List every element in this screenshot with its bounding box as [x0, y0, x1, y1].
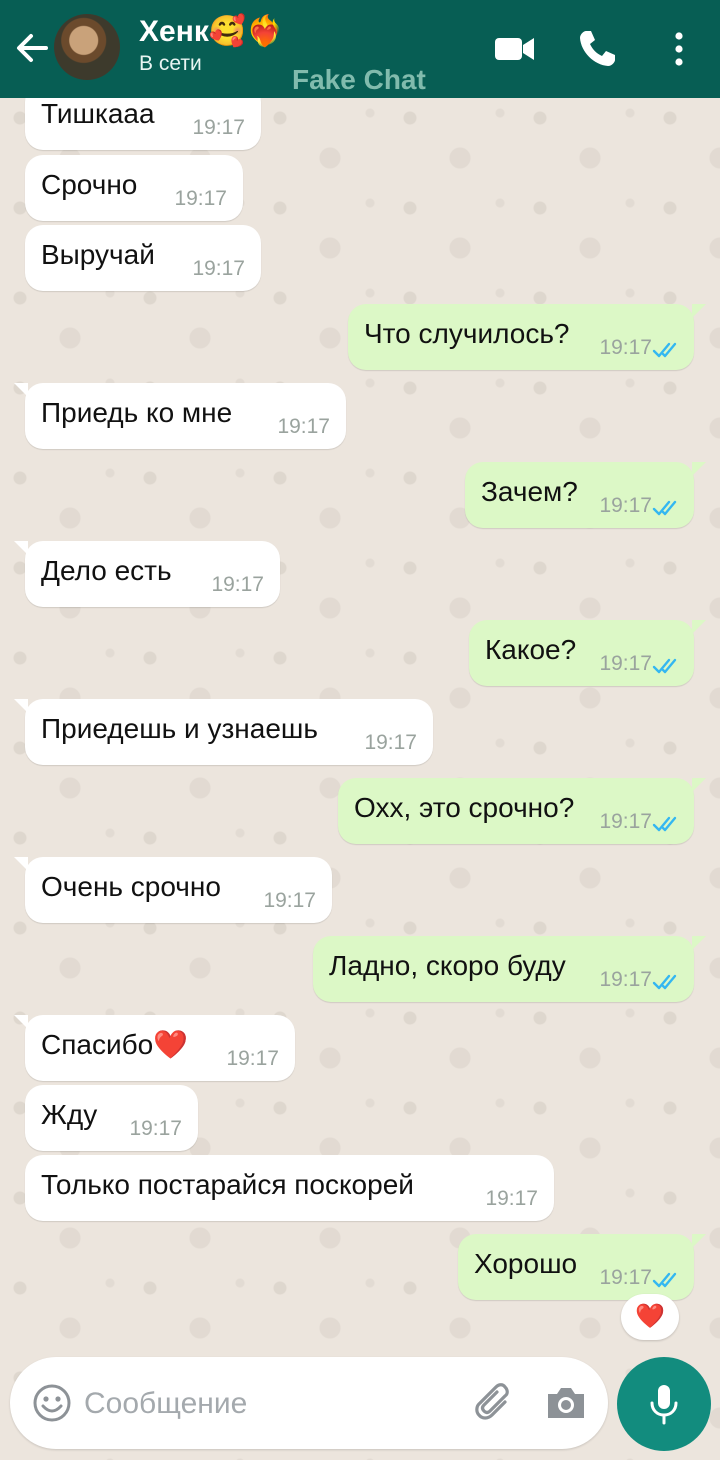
- outgoing-message[interactable]: Хорошо 19:17: [458, 1234, 694, 1300]
- incoming-message[interactable]: Только постарайся поскорей 19:17: [25, 1155, 554, 1221]
- message-text: Выручай: [41, 238, 155, 270]
- incoming-message[interactable]: Выручай 19:17: [25, 225, 261, 291]
- message-time: 19:17: [192, 257, 245, 280]
- message-time: 19:17: [599, 494, 652, 517]
- message-time: 19:17: [174, 187, 227, 210]
- message-text: Только постарайся поскорей: [41, 1168, 414, 1200]
- message-text: Ладно, скоро буду: [329, 949, 566, 981]
- outgoing-message[interactable]: Ладно, скоро буду 19:17: [313, 936, 694, 1002]
- outgoing-message[interactable]: Зачем? 19:17: [465, 462, 694, 528]
- incoming-message[interactable]: Срочно 19:17: [25, 155, 243, 221]
- message-composer: [10, 1357, 608, 1449]
- message-text: Охх, это срочно?: [354, 791, 575, 823]
- message-text: Жду: [41, 1098, 98, 1130]
- bubble-tail: [692, 1234, 706, 1248]
- message-text: Что случилось?: [364, 317, 570, 349]
- bubble-tail: [14, 541, 28, 555]
- double-check-icon: [652, 816, 677, 832]
- message-text: Зачем?: [481, 475, 578, 507]
- video-camera-icon[interactable]: [492, 26, 538, 72]
- message-text: Приедь ко мне: [41, 396, 233, 428]
- smiley-icon[interactable]: [32, 1383, 72, 1423]
- bubble-tail: [692, 304, 706, 318]
- message-time: 19:17: [211, 573, 264, 596]
- incoming-message[interactable]: Дело есть 19:17: [25, 541, 280, 607]
- message-time: 19:17: [599, 810, 652, 833]
- contact-name[interactable]: Хенк🥰❤️‍🔥: [139, 14, 284, 49]
- message-text: Какое?: [485, 633, 577, 665]
- message-text: Хорошо: [474, 1247, 578, 1279]
- message-time: 19:17: [599, 336, 652, 359]
- camera-icon[interactable]: [544, 1383, 588, 1423]
- message-time: 19:17: [277, 415, 330, 438]
- double-check-icon: [652, 974, 677, 990]
- contact-status: В сети: [139, 52, 202, 75]
- double-check-icon: [652, 500, 677, 516]
- message-time: 19:17: [599, 652, 652, 675]
- microphone-icon: [650, 1385, 678, 1425]
- bubble-tail: [14, 699, 28, 713]
- bubble-tail: [14, 383, 28, 397]
- more-vertical-icon[interactable]: [656, 26, 702, 72]
- double-check-icon: [652, 1272, 677, 1288]
- arrow-left-icon[interactable]: [10, 26, 54, 70]
- message-text: Срочно: [41, 168, 138, 200]
- message-text: Спасибо❤️: [41, 1029, 189, 1061]
- watermark: Fake Chat: [292, 64, 426, 95]
- message-text: Тишкааа: [41, 97, 155, 129]
- paperclip-icon[interactable]: [472, 1381, 518, 1427]
- outgoing-message[interactable]: Что случилось? 19:17: [348, 304, 694, 370]
- bubble-tail: [692, 778, 706, 792]
- heart-reaction[interactable]: ❤️: [621, 1294, 679, 1340]
- double-check-icon: [652, 342, 677, 358]
- incoming-message[interactable]: Приедешь и узнаешь 19:17: [25, 699, 433, 765]
- incoming-message[interactable]: Очень срочно 19:17: [25, 857, 332, 923]
- outgoing-message[interactable]: Какое? 19:17: [469, 620, 694, 686]
- double-check-icon: [652, 658, 677, 674]
- chat-header: Хенк🥰❤️‍🔥 В сети Fake Chat: [0, 0, 720, 98]
- message-time: 19:17: [226, 1047, 279, 1070]
- message-list[interactable]: Тишкааа 19:17 Срочно 19:17 Выручай 19:17 Что с…: [0, 0, 720, 1460]
- incoming-message[interactable]: Спасибо❤️ 19:17: [25, 1015, 295, 1081]
- message-time: 19:17: [485, 1187, 538, 1210]
- incoming-message[interactable]: Приедь ко мне 19:17: [25, 383, 346, 449]
- message-time: 19:17: [364, 731, 417, 754]
- message-text: Дело есть: [41, 554, 172, 586]
- message-time: 19:17: [192, 116, 245, 139]
- message-text: Очень срочно: [41, 870, 221, 902]
- phone-icon[interactable]: [574, 26, 620, 72]
- bubble-tail: [692, 462, 706, 476]
- bubble-tail: [14, 857, 28, 871]
- message-time: 19:17: [263, 889, 316, 912]
- message-input[interactable]: [82, 1379, 456, 1429]
- microphone-button[interactable]: [617, 1357, 711, 1451]
- outgoing-message[interactable]: Охх, это срочно? 19:17: [338, 778, 694, 844]
- bubble-tail: [14, 1015, 28, 1029]
- incoming-message[interactable]: Жду 19:17: [25, 1085, 198, 1151]
- message-time: 19:17: [599, 968, 652, 991]
- message-time: 19:17: [599, 1266, 652, 1289]
- message-text: Приедешь и узнаешь: [41, 712, 318, 744]
- bubble-tail: [692, 936, 706, 950]
- message-time: 19:17: [129, 1117, 182, 1140]
- avatar[interactable]: [54, 14, 120, 80]
- bubble-tail: [692, 620, 706, 634]
